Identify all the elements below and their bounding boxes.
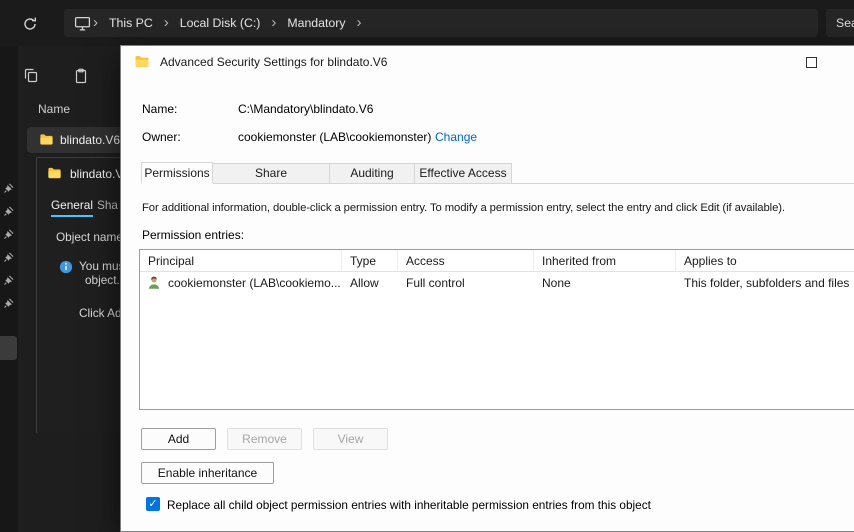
cell-access: Full control <box>406 276 465 290</box>
column-header-applies-to[interactable]: Applies to <box>676 250 854 271</box>
explorer-toolbar: This PC Local Disk (C:) Mandatory Sea <box>0 0 854 46</box>
pin-icon[interactable] <box>3 204 15 216</box>
info-text-line1: You mus <box>79 259 120 273</box>
pin-icon[interactable] <box>3 227 15 239</box>
cell-type: Allow <box>350 276 379 290</box>
chevron-right-icon <box>163 9 170 37</box>
folder-icon <box>40 134 53 145</box>
tab-share-partial[interactable]: Sha <box>97 198 118 212</box>
breadcrumb-local-disk[interactable]: Local Disk (C:) <box>170 16 271 30</box>
tab-effective-access[interactable]: Effective Access <box>414 163 512 183</box>
dialog-tabstrip: Permissions Share Auditing Effective Acc… <box>141 162 854 184</box>
cell-inherited-from: None <box>542 276 571 290</box>
chevron-right-icon <box>92 9 99 37</box>
this-pc-icon <box>72 13 92 33</box>
cell-principal: cookiemonster (LAB\cookiemo... <box>140 275 342 291</box>
pin-icon[interactable] <box>3 296 15 308</box>
refresh-button[interactable] <box>21 15 39 33</box>
paste-icon <box>75 68 87 84</box>
info-text-line2: object. <box>85 273 120 287</box>
left-rail <box>0 46 18 532</box>
advanced-security-dialog: Advanced Security Settings for blindato.… <box>120 45 854 532</box>
properties-dialog-partial: blindato.V General Sha Object name You m… <box>36 157 120 433</box>
name-column-header[interactable]: Name <box>38 102 70 116</box>
tab-share[interactable]: Share <box>212 163 330 183</box>
tab-permissions[interactable]: Permissions <box>141 162 213 184</box>
column-header-inherited-from[interactable]: Inherited from <box>534 250 676 271</box>
tab-general[interactable]: General <box>51 198 93 217</box>
pin-icon[interactable] <box>3 273 15 285</box>
table-row[interactable]: cookiemonster (LAB\cookiemo... Allow Ful… <box>140 272 854 294</box>
enable-inheritance-button[interactable]: Enable inheritance <box>141 462 274 484</box>
cell-applies-to: This folder, subfolders and files <box>684 276 850 290</box>
dialog-title: Advanced Security Settings for blindato.… <box>160 55 388 69</box>
file-name-label: blindato.V6 <box>59 133 120 147</box>
column-header-type[interactable]: Type <box>342 250 398 271</box>
column-header-principal[interactable]: Principal <box>140 250 342 271</box>
file-row-blindato[interactable]: blindato.V6 <box>27 127 120 153</box>
screen: This PC Local Disk (C:) Mandatory Sea Na… <box>0 0 854 532</box>
table-header-row: Principal Type Access Inherited from App… <box>140 250 854 272</box>
permission-entries-label: Permission entries: <box>142 228 245 242</box>
breadcrumb-mandatory[interactable]: Mandatory <box>277 16 355 30</box>
dialog-titlebar: Advanced Security Settings for blindato.… <box>121 46 854 78</box>
breadcrumb-this-pc[interactable]: This PC <box>99 16 163 30</box>
principal-text: cookiemonster (LAB\cookiemo... <box>168 276 341 290</box>
refresh-icon <box>24 17 36 30</box>
copy-button[interactable] <box>22 66 40 84</box>
address-bar[interactable]: This PC Local Disk (C:) Mandatory <box>64 9 818 37</box>
object-name-label: Object name <box>56 230 120 244</box>
chevron-right-icon <box>270 9 277 37</box>
add-button[interactable]: Add <box>141 428 216 450</box>
paste-button[interactable] <box>72 67 90 85</box>
copy-icon <box>24 68 38 83</box>
rail-selected-item[interactable] <box>0 336 17 360</box>
info-icon <box>59 260 73 274</box>
folder-icon <box>135 56 149 67</box>
column-header-access[interactable]: Access <box>398 250 534 271</box>
name-value: C:\Mandatory\blindato.V6 <box>238 102 374 116</box>
replace-permissions-checkbox[interactable] <box>146 497 160 511</box>
chevron-right-icon <box>355 9 362 37</box>
owner-value: cookiemonster (LAB\cookiemonster) <box>238 130 432 144</box>
owner-label: Owner: <box>142 130 181 144</box>
remove-button[interactable]: Remove <box>227 428 302 450</box>
permission-entries-table: Principal Type Access Inherited from App… <box>139 249 854 410</box>
click-text: Click Ad <box>79 306 120 320</box>
tab-auditing[interactable]: Auditing <box>329 163 415 183</box>
pin-icon[interactable] <box>3 181 15 193</box>
properties-title-label: blindato.V <box>70 166 120 181</box>
properties-title: blindato.V <box>47 166 120 181</box>
pin-icon[interactable] <box>3 250 15 262</box>
permissions-description: For additional information, double-click… <box>142 202 785 214</box>
replace-permissions-label: Replace all child object permission entr… <box>167 498 651 512</box>
change-owner-link[interactable]: Change <box>435 130 477 144</box>
user-icon <box>148 276 160 289</box>
maximize-button[interactable] <box>806 57 817 68</box>
search-input[interactable]: Sea <box>826 9 854 37</box>
folder-icon <box>48 167 61 179</box>
name-label: Name: <box>142 102 178 116</box>
view-button[interactable]: View <box>313 428 388 450</box>
